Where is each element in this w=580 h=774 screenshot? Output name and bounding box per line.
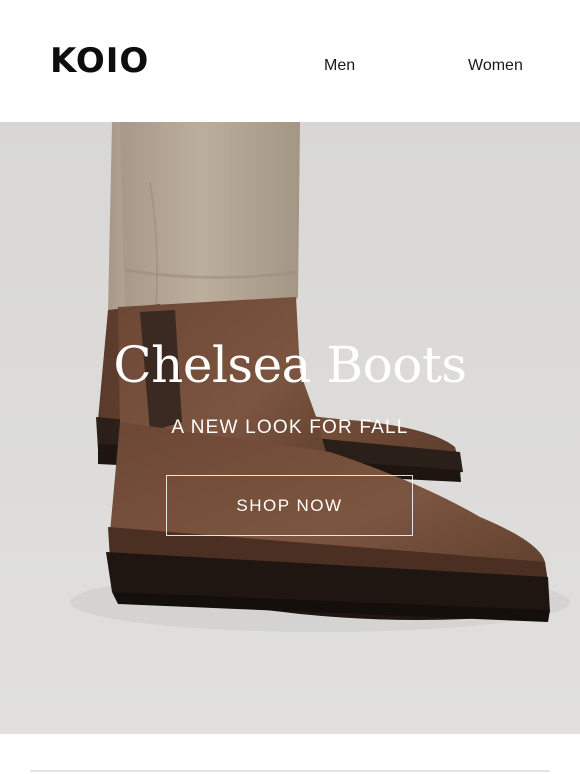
email-header: KOIO Men Women — [0, 0, 580, 122]
nav-women-link[interactable]: Women — [468, 58, 523, 74]
hero-title: Chelsea Boots — [113, 336, 467, 394]
section-divider — [30, 770, 550, 772]
hero-banner[interactable]: Chelsea Boots A NEW LOOK FOR FALL SHOP N… — [0, 122, 580, 734]
koio-logo[interactable]: KOIO — [50, 44, 149, 78]
shop-now-button[interactable]: SHOP NOW — [166, 475, 413, 536]
hero-subtitle: A NEW LOOK FOR FALL — [171, 417, 409, 438]
nav-men-link[interactable]: Men — [324, 58, 355, 74]
